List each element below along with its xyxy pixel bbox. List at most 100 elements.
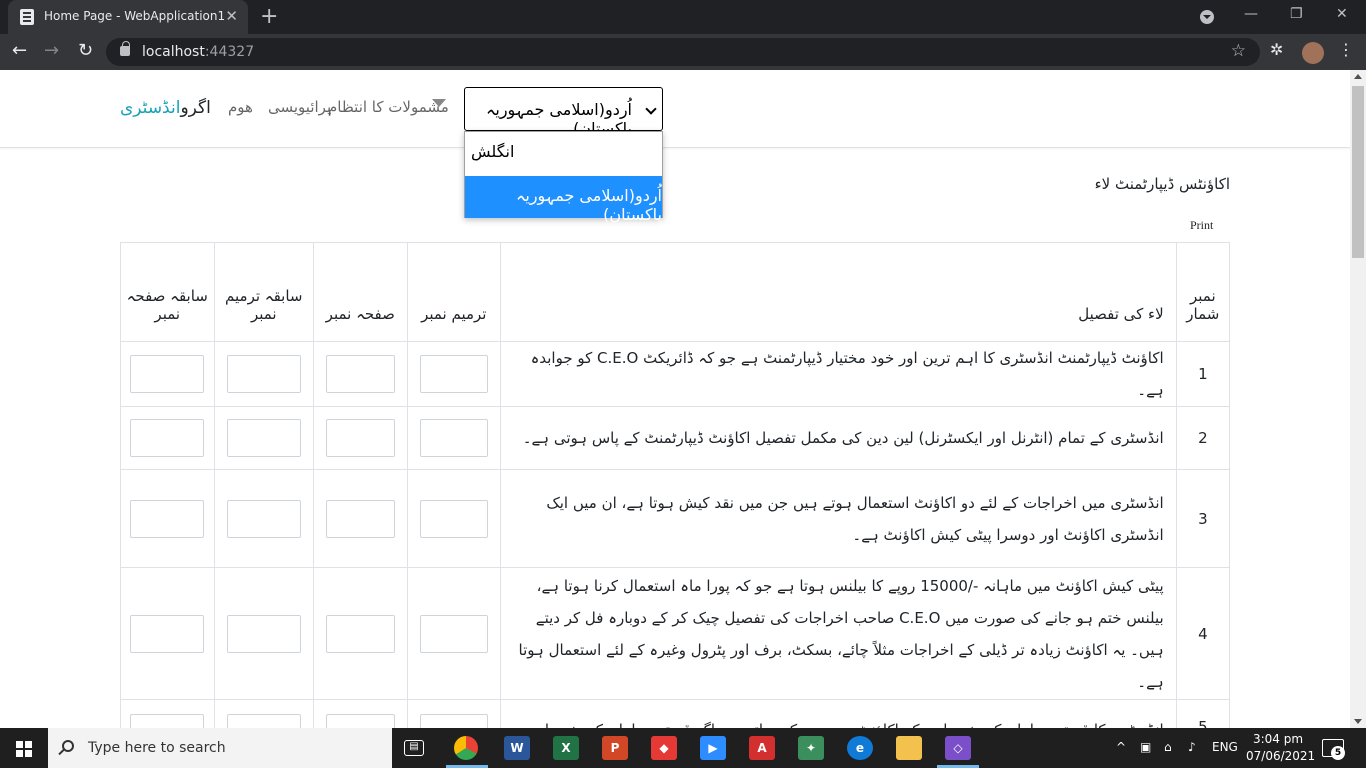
back-arrow-icon[interactable]: ← xyxy=(12,40,27,61)
tray-chevron-icon[interactable]: ^ xyxy=(1116,740,1126,754)
print-link[interactable]: Print xyxy=(1190,218,1213,233)
site-navbar: اگروانڈسٹری ھوم پرائیویسی مشمولات کا انت… xyxy=(0,70,1350,148)
amendment-cell xyxy=(406,699,502,728)
language-option-urdu[interactable]: اُردو(اسلامی جمہوریہ پاکستان) xyxy=(465,176,662,224)
address-bar[interactable]: localhost:44327 ☆ xyxy=(106,38,1260,66)
visual-studio-taskbar-icon[interactable]: ◇ xyxy=(945,736,971,760)
nav-home-link[interactable]: ھوم xyxy=(228,98,253,116)
reload-icon[interactable]: ↻ xyxy=(78,40,93,61)
tool-taskbar-icon[interactable]: ✦ xyxy=(798,736,824,760)
prev-amendment-cell xyxy=(213,567,315,700)
task-view-icon[interactable]: ▤ xyxy=(404,740,424,756)
nav-management-dropdown[interactable]: مشمولات کا انتظام xyxy=(328,98,449,116)
prev-page-input[interactable] xyxy=(130,419,205,457)
browser-tab-strip: Home Page - WebApplication1 ✕ + — ❐ ✕ xyxy=(0,0,1366,34)
page-no-cell xyxy=(313,341,408,407)
language-option-english[interactable]: انگلش xyxy=(465,132,662,174)
amendment-input[interactable] xyxy=(419,714,488,728)
page-title: اکاؤنٹس ڈیپارٹمنٹ لاء xyxy=(1094,175,1230,193)
prev-amendment-cell xyxy=(213,341,315,407)
col-prev-page: سابقہ صفحہ نمبر xyxy=(120,242,215,342)
prev-amendment-input[interactable] xyxy=(226,419,301,457)
tab-title: Home Page - WebApplication1 xyxy=(44,9,226,23)
powerpoint-taskbar-icon[interactable]: P xyxy=(602,736,628,760)
chrome-taskbar-icon[interactable] xyxy=(454,736,478,760)
page-no-input[interactable] xyxy=(325,419,395,457)
page-no-input[interactable] xyxy=(325,499,395,538)
amendment-input[interactable] xyxy=(419,419,488,457)
bookmark-star-icon[interactable]: ☆ xyxy=(1231,41,1246,61)
page-no-cell xyxy=(313,567,408,700)
row-description: پیٹی کیش اکاؤنٹ میں ماہانہ -/15000 روپے … xyxy=(500,567,1177,700)
file-explorer-taskbar-icon[interactable] xyxy=(896,736,922,760)
page-no-input[interactable] xyxy=(325,714,395,728)
col-serial: نمبر شمار xyxy=(1175,242,1231,342)
notification-center-icon[interactable]: 5 xyxy=(1322,739,1345,760)
prev-page-input[interactable] xyxy=(130,714,205,728)
window-close-button[interactable]: ✕ xyxy=(1336,6,1348,22)
tab-search-icon[interactable] xyxy=(1200,10,1214,24)
prev-amendment-input[interactable] xyxy=(226,714,301,728)
prev-amendment-input[interactable] xyxy=(226,355,301,393)
tab-close-icon[interactable]: ✕ xyxy=(225,7,238,25)
tray-device-icon[interactable]: ▣ xyxy=(1140,740,1151,754)
page-no-input[interactable] xyxy=(325,614,395,653)
row-number: 2 xyxy=(1175,406,1231,470)
minimize-button[interactable]: — xyxy=(1244,6,1258,22)
prev-page-input[interactable] xyxy=(130,355,205,393)
profile-avatar[interactable] xyxy=(1302,42,1324,64)
new-tab-button[interactable]: + xyxy=(260,4,278,29)
word-taskbar-icon[interactable]: W xyxy=(504,736,530,760)
row-number: 5 xyxy=(1175,699,1231,728)
url-text: localhost:44327 xyxy=(142,44,255,60)
page-scrollbar[interactable] xyxy=(1350,70,1366,728)
scroll-down-icon[interactable] xyxy=(1354,719,1362,724)
extensions-puzzle-icon[interactable]: ✲ xyxy=(1270,40,1283,59)
windows-start-icon[interactable] xyxy=(16,741,32,757)
amendment-input[interactable] xyxy=(419,614,488,653)
page-viewport: اگروانڈسٹری ھوم پرائیویسی مشمولات کا انت… xyxy=(0,70,1350,728)
browser-tab[interactable]: Home Page - WebApplication1 ✕ xyxy=(8,0,248,34)
table-row: اکاؤنٹ ڈیپارٹمنٹ انڈسٹری کا اہم ترین اور… xyxy=(120,341,1231,407)
taskbar-clock[interactable]: 3:04 pm 07/06/2021 xyxy=(1246,731,1315,765)
scroll-up-icon[interactable] xyxy=(1354,74,1362,79)
amendment-input[interactable] xyxy=(419,355,488,393)
language-indicator[interactable]: ENG xyxy=(1212,740,1238,754)
lock-icon[interactable] xyxy=(120,41,130,56)
page-no-cell xyxy=(313,469,408,568)
row-number: 1 xyxy=(1175,341,1231,407)
row-description: انڈسٹری کے تمام (انٹرنل اور ایکسٹرنل) لی… xyxy=(500,406,1177,470)
nav-privacy-link[interactable]: پرائیویسی xyxy=(268,98,331,116)
prev-page-input[interactable] xyxy=(130,499,205,538)
excel-taskbar-icon[interactable]: X xyxy=(553,736,579,760)
prev-page-input[interactable] xyxy=(130,614,205,653)
anydesk-taskbar-icon[interactable]: ◆ xyxy=(651,736,677,760)
row-description: انڈسٹری میں اخراجات کے لئے دو اکاؤنٹ است… xyxy=(500,469,1177,568)
table-header-row: سابقہ صفحہ نمبر سابقہ ترمیم نمبر صفحہ نمبر… xyxy=(120,242,1231,342)
col-prev-amendment: سابقہ ترمیم نمبر xyxy=(213,242,315,342)
network-icon[interactable]: ⌂ xyxy=(1164,740,1172,754)
page-no-cell xyxy=(313,699,408,728)
scrollbar-thumb[interactable] xyxy=(1352,86,1364,258)
row-number: 4 xyxy=(1175,567,1231,700)
language-options-list: انگلش اُردو(اسلامی جمہوریہ پاکستان) xyxy=(464,131,663,224)
browser-menu-icon[interactable]: ⋮ xyxy=(1338,40,1354,59)
address-toolbar: ← → ↻ localhost:44327 ☆ xyxy=(0,34,1366,70)
prev-amendment-input[interactable] xyxy=(226,499,301,538)
page-no-cell xyxy=(313,406,408,470)
language-select[interactable]: اُردو(اسلامی جمہوریہ پاکستان) xyxy=(464,87,663,138)
chevron-down-icon[interactable] xyxy=(432,99,446,107)
zoom-taskbar-icon[interactable]: ▶ xyxy=(700,736,726,760)
brand-logo[interactable]: اگروانڈسٹری xyxy=(120,98,211,118)
maximize-button[interactable]: ❐ xyxy=(1290,6,1303,22)
prev-page-cell xyxy=(120,699,215,728)
volume-icon[interactable]: ♪ xyxy=(1188,740,1196,754)
acrobat-taskbar-icon[interactable]: A xyxy=(749,736,775,760)
taskbar-search-box[interactable]: Type here to search xyxy=(48,728,392,768)
col-description: لاء کی تفصیل xyxy=(500,242,1177,342)
prev-amendment-input[interactable] xyxy=(226,614,301,653)
amendment-input[interactable] xyxy=(419,499,488,538)
forward-arrow-icon[interactable]: → xyxy=(44,40,59,61)
edge-taskbar-icon[interactable]: e xyxy=(847,736,873,760)
page-no-input[interactable] xyxy=(325,355,395,393)
